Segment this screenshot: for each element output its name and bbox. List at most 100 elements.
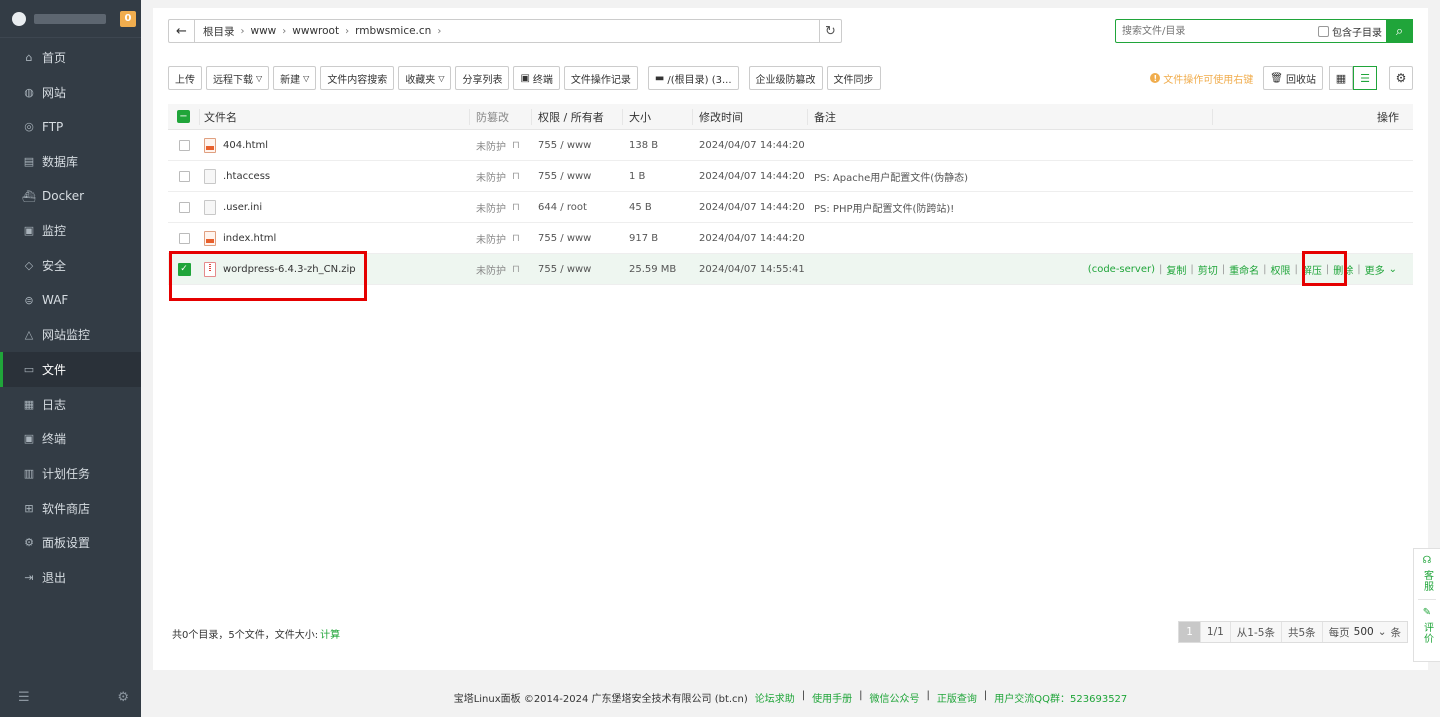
favorites-button[interactable]: 收藏夹 ▽ bbox=[398, 66, 452, 90]
sidebar-item[interactable]: ⛴ Docker bbox=[0, 179, 141, 214]
sidebar-item[interactable]: ▥ 计划任务 bbox=[0, 456, 141, 491]
footer-link[interactable]: 论坛求助 bbox=[755, 690, 795, 705]
row-action-link[interactable]: 复制 bbox=[1166, 262, 1186, 277]
sidebar-item[interactable]: ▤ 数据库 bbox=[0, 144, 141, 179]
unlock-icon[interactable]: ⊓ bbox=[512, 202, 520, 213]
row-action-link[interactable]: 更多 bbox=[1365, 262, 1385, 277]
table-row[interactable]: .htaccess 未防护 ⊓ 755 / www 1 B 2024/04/07 14:4… bbox=[168, 161, 1413, 192]
row-action-link[interactable]: 权限 bbox=[1270, 262, 1290, 277]
footer-link[interactable]: 使用手册 bbox=[812, 690, 852, 705]
table-row[interactable]: .user.ini 未防护 ⊓ 644 / root 45 B 2024/04/07 14… bbox=[168, 192, 1413, 223]
content-search-button[interactable]: 文件内容搜索 bbox=[320, 66, 395, 90]
refresh-icon[interactable]: ↻ bbox=[819, 20, 841, 42]
per-page-select[interactable]: 每页 500 ⌄ 条 bbox=[1323, 622, 1407, 642]
file-name[interactable]: .htaccess bbox=[223, 171, 270, 182]
row-action-link[interactable]: 重命名 bbox=[1229, 262, 1259, 277]
perm-cell[interactable]: 755 / www bbox=[532, 264, 623, 275]
sidebar-item[interactable]: ⊞ 软件商店 bbox=[0, 491, 141, 526]
row-action-link[interactable]: 删除 bbox=[1333, 262, 1353, 277]
row-checkbox[interactable]: ✓ bbox=[177, 262, 191, 276]
gear-icon[interactable]: ⚙ bbox=[1389, 66, 1413, 90]
perm-cell[interactable]: 755 / www bbox=[532, 171, 623, 182]
footer-link[interactable]: 微信公众号 bbox=[870, 690, 920, 705]
remote-download-button[interactable]: 远程下载 ▽ bbox=[206, 66, 270, 90]
perm-cell[interactable]: 644 / root bbox=[532, 202, 623, 213]
unlock-icon[interactable]: ⊓ bbox=[512, 233, 520, 244]
sidebar-item[interactable]: ⊜ WAF bbox=[0, 283, 141, 318]
row-checkbox[interactable] bbox=[178, 139, 190, 151]
row-checkbox[interactable] bbox=[178, 201, 190, 213]
terminal-button[interactable]: ▣ 终端 bbox=[513, 66, 560, 90]
sidebar-item[interactable]: ⌂ 首页 bbox=[0, 40, 141, 75]
include-subdir-checkbox[interactable]: 包含子目录 bbox=[1318, 24, 1382, 39]
file-name-cell[interactable]: .user.ini bbox=[200, 199, 470, 215]
perm-cell[interactable]: 755 / www bbox=[532, 233, 623, 244]
file-name[interactable]: .user.ini bbox=[223, 202, 262, 213]
review-link[interactable]: 评价 bbox=[1420, 622, 1435, 644]
footer-link[interactable]: 正版查询 bbox=[937, 690, 977, 705]
unlock-icon[interactable]: ⊓ bbox=[512, 171, 520, 182]
share-list-button[interactable]: 分享列表 bbox=[455, 66, 510, 90]
protect-status: 未防护 bbox=[476, 265, 506, 277]
breadcrumb-item[interactable]: wwwroot bbox=[292, 25, 339, 37]
sidebar-item[interactable]: ⚙ 面板设置 bbox=[0, 526, 141, 561]
sidebar-item[interactable]: ◍ 网站 bbox=[0, 75, 141, 110]
sidebar-settings-icon[interactable]: ⚙ bbox=[117, 690, 129, 705]
breadcrumb-item[interactable]: 根目录 bbox=[203, 24, 235, 39]
note-cell[interactable]: PS: PHP用户配置文件(防跨站)! bbox=[808, 200, 1413, 215]
op-log-button[interactable]: 文件操作记录 bbox=[563, 66, 638, 90]
notification-badge[interactable]: 0 bbox=[120, 10, 136, 27]
row-checkbox[interactable] bbox=[178, 170, 190, 182]
tamper-button[interactable]: 企业级防篡改 bbox=[748, 66, 823, 90]
unlock-icon[interactable]: ⊓ bbox=[512, 264, 520, 275]
header-size[interactable]: 大小 bbox=[623, 108, 693, 125]
file-name[interactable]: 404.html bbox=[223, 140, 268, 151]
customer-service-link[interactable]: 客服 bbox=[1420, 570, 1435, 592]
disk-button[interactable]: ▬/(根目录) (3... bbox=[647, 66, 739, 90]
search-icon[interactable]: ⌕ bbox=[1386, 19, 1413, 43]
sidebar-item[interactable]: ⇥ 退出 bbox=[0, 560, 141, 595]
header-perm: 权限 / 所有者 bbox=[532, 108, 623, 125]
file-name[interactable]: wordpress-6.4.3-zh_CN.zip bbox=[223, 264, 356, 275]
note-cell[interactable]: PS: Apache用户配置文件(伪静态) bbox=[808, 169, 1413, 184]
recycle-bin-button[interactable]: 🗑 回收站 bbox=[1263, 66, 1323, 90]
row-action-link[interactable]: 解压 bbox=[1302, 262, 1322, 277]
perm-cell[interactable]: 755 / www bbox=[532, 140, 623, 151]
file-name-cell[interactable]: index.html bbox=[200, 230, 470, 246]
file-name-cell[interactable]: 404.html bbox=[200, 137, 470, 153]
header-name[interactable]: 文件名 bbox=[200, 108, 470, 125]
sidebar-item[interactable]: ▣ 监控 bbox=[0, 213, 141, 248]
footer-link[interactable]: 用户交流QQ群：523693527 bbox=[994, 690, 1127, 705]
unlock-icon[interactable]: ⊓ bbox=[512, 140, 520, 151]
sync-button[interactable]: 文件同步 bbox=[826, 66, 881, 90]
table-row[interactable]: ✓ wordpress-6.4.3-zh_CN.zip 未防护 ⊓ 755 / www 2… bbox=[168, 254, 1413, 285]
search-input[interactable] bbox=[1116, 21, 1318, 41]
file-name-cell[interactable]: .htaccess bbox=[200, 168, 470, 184]
sidebar-item[interactable]: ◎ FTP bbox=[0, 109, 141, 144]
sidebar-item[interactable]: ▣ 终端 bbox=[0, 422, 141, 457]
sidebar-item[interactable]: △ 网站监控 bbox=[0, 318, 141, 353]
calculate-size-link[interactable]: 计算 bbox=[320, 626, 340, 641]
page-current[interactable]: 1 bbox=[1179, 622, 1201, 642]
row-action-link[interactable]: 剪切 bbox=[1198, 262, 1218, 277]
include-subdir-box[interactable] bbox=[1318, 25, 1329, 37]
table-row[interactable]: index.html 未防护 ⊓ 755 / www 917 B 2024/04/07 1… bbox=[168, 223, 1413, 254]
sidebar-item[interactable]: ▦ 日志 bbox=[0, 387, 141, 422]
row-checkbox[interactable] bbox=[178, 232, 190, 244]
list-view-icon[interactable]: ☰ bbox=[1353, 66, 1377, 90]
sidebar-item[interactable]: ◇ 安全 bbox=[0, 248, 141, 283]
collapse-sidebar-icon[interactable]: ☰ bbox=[18, 690, 30, 705]
select-all-checkbox[interactable]: − bbox=[177, 110, 190, 123]
table-row[interactable]: 404.html 未防护 ⊓ 755 / www 138 B 2024/04/07 14:… bbox=[168, 130, 1413, 161]
sidebar-item[interactable]: ▭ 文件 bbox=[0, 352, 141, 387]
file-name[interactable]: index.html bbox=[223, 233, 276, 244]
breadcrumb-item[interactable]: rmbwsmice.cn bbox=[355, 25, 431, 37]
upload-button[interactable]: 上传 bbox=[168, 66, 202, 90]
header-mtime[interactable]: 修改时间 bbox=[693, 108, 808, 125]
breadcrumb-item[interactable]: www bbox=[251, 25, 277, 37]
back-arrow-icon[interactable]: ← bbox=[169, 20, 195, 42]
new-button[interactable]: 新建 ▽ bbox=[273, 66, 317, 90]
grid-view-icon[interactable]: ▦ bbox=[1329, 66, 1353, 90]
row-action-link[interactable]: (code-server) bbox=[1088, 264, 1155, 275]
file-name-cell[interactable]: wordpress-6.4.3-zh_CN.zip bbox=[200, 261, 470, 277]
